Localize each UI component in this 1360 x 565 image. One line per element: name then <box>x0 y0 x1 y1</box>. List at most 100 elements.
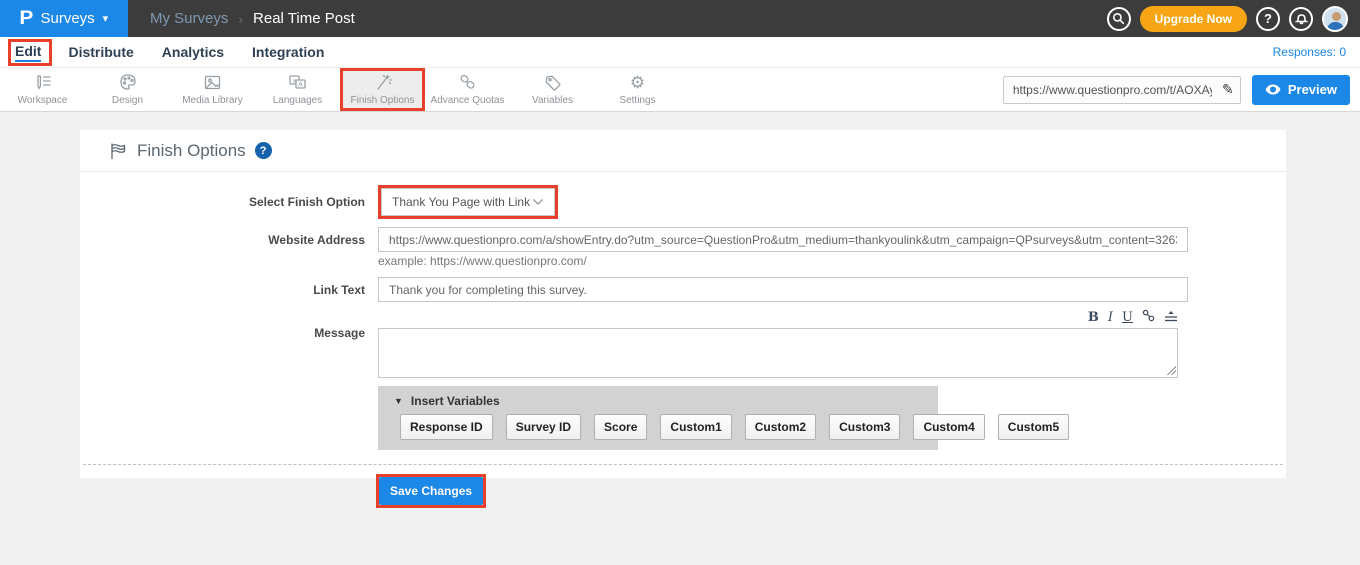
toolbar-item-settings[interactable]: ⚙ Settings <box>595 68 680 111</box>
variable-button-custom5[interactable]: Custom5 <box>998 414 1069 440</box>
website-example-text: example: https://www.questionpro.com/ <box>378 254 587 268</box>
message-format-toolbar: B I U <box>378 310 1178 325</box>
finish-options-panel: Finish Options ? Select Finish Option Th… <box>80 130 1286 478</box>
italic-button[interactable]: I <box>1108 311 1113 324</box>
survey-url-box: ✎ <box>1003 76 1241 104</box>
link-text-label: Link Text <box>80 283 365 297</box>
finish-options-help-icon[interactable]: ? <box>255 142 272 159</box>
variable-button-custom4[interactable]: Custom4 <box>913 414 984 440</box>
toolbar-item-finish-options[interactable]: Finish Options <box>340 68 425 111</box>
website-address-label: Website Address <box>80 233 365 247</box>
link-icon <box>1142 309 1155 322</box>
finish-option-row: Select Finish Option Thank You Page with… <box>80 185 1286 219</box>
search-button[interactable] <box>1107 7 1131 31</box>
content-area: Finish Options ? Select Finish Option Th… <box>0 112 1360 478</box>
toolbar-item-advance-quotas[interactable]: Advance Quotas <box>425 68 510 111</box>
search-icon <box>1112 12 1125 25</box>
page-title: Finish Options <box>137 141 246 161</box>
preview-label: Preview <box>1288 82 1337 97</box>
toolbar-item-label: Advance Quotas <box>431 95 505 106</box>
finish-option-label: Select Finish Option <box>80 195 365 209</box>
surveys-menu-label: Surveys <box>40 10 94 27</box>
edit-toolbar: Workspace Design Media Library Ax Langua… <box>0 67 1360 112</box>
eye-icon <box>1265 84 1281 95</box>
preview-button[interactable]: Preview <box>1252 75 1350 105</box>
toolbar-item-workspace[interactable]: Workspace <box>0 68 85 111</box>
chain-links-icon <box>457 73 478 92</box>
toolbar-item-label: Variables <box>532 95 573 106</box>
question-mark-icon: ? <box>1264 11 1272 26</box>
message-textarea[interactable] <box>378 328 1178 378</box>
bold-button[interactable]: B <box>1088 311 1099 324</box>
breadcrumb-separator: › <box>238 11 243 27</box>
tab-distribute[interactable]: Distribute <box>68 44 133 60</box>
toolbar-item-label: Finish Options <box>351 95 415 106</box>
user-avatar[interactable] <box>1322 6 1348 32</box>
tab-edit[interactable]: Edit <box>15 43 41 62</box>
bell-icon <box>1295 12 1308 25</box>
variable-button-score[interactable]: Score <box>594 414 647 440</box>
finish-option-select[interactable]: Thank You Page with Link <box>381 188 555 216</box>
variable-button-response-id[interactable]: Response ID <box>400 414 493 440</box>
workspace-icon <box>32 73 54 92</box>
top-bar: P Surveys ▾ My Surveys › Real Time Post … <box>0 0 1360 37</box>
survey-url-input[interactable] <box>1004 83 1216 97</box>
notifications-button[interactable] <box>1289 7 1313 31</box>
avatar-head <box>1332 12 1341 21</box>
palette-icon <box>118 73 138 92</box>
link-text-input[interactable] <box>378 277 1188 302</box>
topbar-actions: Upgrade Now ? <box>1107 0 1360 37</box>
chevron-down-icon: ▾ <box>103 12 109 25</box>
variable-button-survey-id[interactable]: Survey ID <box>506 414 581 440</box>
insert-variables-box: ▼ Insert Variables Response ID Survey ID… <box>378 386 938 450</box>
align-button[interactable] <box>1164 309 1178 327</box>
website-address-input[interactable] <box>378 227 1188 252</box>
annotation-box-edit: Edit <box>8 39 52 66</box>
toolbar-item-label: Workspace <box>18 95 68 106</box>
message-editor: B I U <box>378 310 1178 378</box>
svg-text:A: A <box>298 81 303 88</box>
flag-icon <box>108 142 128 160</box>
survey-tab-nav: Edit Distribute Analytics Integration Re… <box>0 37 1360 67</box>
toolbar-item-design[interactable]: Design <box>85 68 170 111</box>
website-example-row: example: https://www.questionpro.com/ <box>80 252 1286 277</box>
toolbar-item-variables[interactable]: Variables <box>510 68 595 111</box>
message-label: Message <box>80 310 365 340</box>
link-button[interactable] <box>1142 309 1155 327</box>
insert-variables-toggle[interactable]: ▼ Insert Variables <box>378 386 938 414</box>
message-row: Message B I U <box>80 310 1286 378</box>
tab-analytics[interactable]: Analytics <box>162 44 224 60</box>
variable-button-custom2[interactable]: Custom2 <box>745 414 816 440</box>
annotation-box-finish-option: Thank You Page with Link <box>378 185 558 219</box>
triangle-down-icon: ▼ <box>394 396 403 406</box>
variable-button-custom1[interactable]: Custom1 <box>660 414 731 440</box>
toolbar-item-label: Settings <box>619 95 655 106</box>
save-changes-button[interactable]: Save Changes <box>379 477 483 505</box>
edit-url-pencil-icon[interactable]: ✎ <box>1216 81 1240 98</box>
gear-icon: ⚙ <box>630 73 645 92</box>
breadcrumb-my-surveys[interactable]: My Surveys <box>150 10 228 27</box>
avatar-body <box>1327 22 1344 31</box>
variable-buttons: Response ID Survey ID Score Custom1 Cust… <box>378 414 938 440</box>
annotation-box-save: Save Changes <box>376 474 486 508</box>
finish-options-form: Select Finish Option Thank You Page with… <box>80 172 1286 508</box>
toolbar-item-media-library[interactable]: Media Library <box>170 68 255 111</box>
toolbar-item-languages[interactable]: Ax Languages <box>255 68 340 111</box>
link-text-row: Link Text <box>80 277 1286 302</box>
questionpro-logo-icon: P <box>19 8 33 30</box>
underline-button[interactable]: U <box>1122 311 1133 324</box>
toolbar-right-group: ✎ Preview <box>1003 68 1360 111</box>
toolbar-item-label: Media Library <box>182 95 243 106</box>
breadcrumb: My Surveys › Real Time Post <box>150 0 355 37</box>
magic-wand-icon <box>373 73 393 92</box>
variable-button-custom3[interactable]: Custom3 <box>829 414 900 440</box>
surveys-menu[interactable]: P Surveys ▾ <box>0 0 128 37</box>
upgrade-now-button[interactable]: Upgrade Now <box>1140 6 1247 32</box>
help-button[interactable]: ? <box>1256 7 1280 31</box>
responses-count: Responses: 0 <box>1273 45 1346 59</box>
tab-integration[interactable]: Integration <box>252 44 324 60</box>
tag-icon <box>543 73 563 92</box>
panel-header: Finish Options ? <box>80 130 1286 172</box>
image-icon <box>202 73 223 92</box>
questionpro-app: P Surveys ▾ My Surveys › Real Time Post … <box>0 0 1360 565</box>
